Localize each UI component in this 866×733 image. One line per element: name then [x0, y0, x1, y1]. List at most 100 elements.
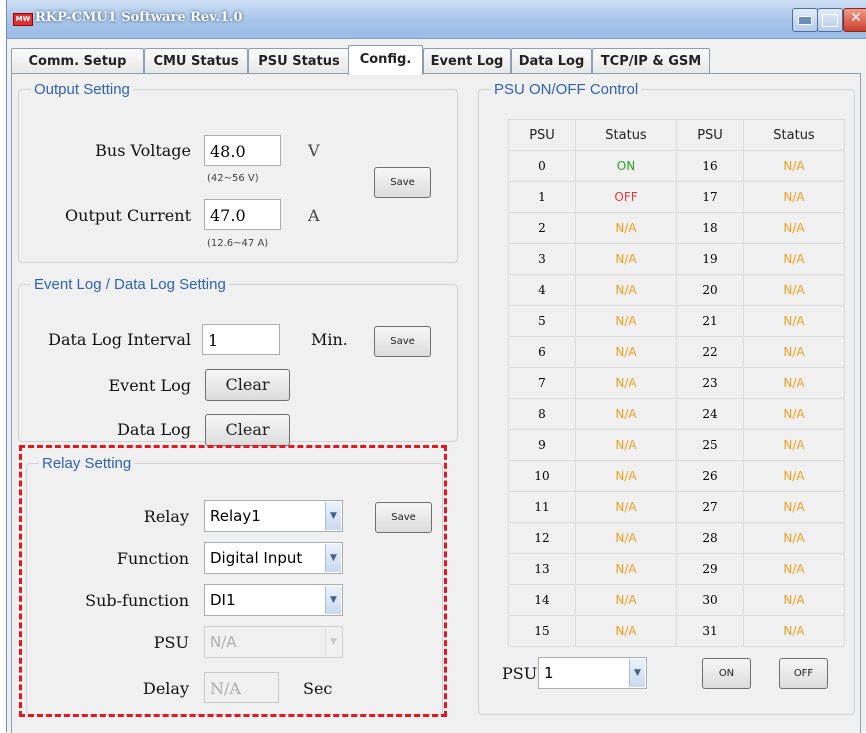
event-log-clear-button[interactable]: Clear [205, 369, 290, 401]
table-row: 13 N/A 29 N/A [508, 553, 845, 585]
output-setting-title: Output Setting [34, 81, 130, 98]
psu-status-cell: N/A [743, 305, 845, 337]
tab-config[interactable]: Config. [348, 45, 423, 75]
bus-voltage-label: Bus Voltage [95, 141, 191, 160]
psu-status-cell: OFF [575, 181, 677, 213]
psu-id-cell: 3 [508, 243, 576, 275]
psu-select-value: 1 [544, 664, 554, 682]
psu-id-cell: 18 [676, 212, 744, 244]
psu-id-cell: 5 [508, 305, 576, 337]
tab-data-log[interactable]: Data Log [511, 48, 592, 74]
title-bar: MW RKP-CMU1 Software Rev.1.0 [7, 0, 866, 39]
output-current-input[interactable]: 47.0 [204, 199, 281, 230]
col-header-status: Status [575, 119, 677, 151]
psu-status-cell: N/A [575, 615, 677, 647]
psu-control-title: PSU ON/OFF Control [494, 81, 639, 98]
output-current-range: (12.6~47 A) [207, 238, 269, 249]
psu-status-cell: N/A [743, 522, 845, 554]
window-title: RKP-CMU1 Software Rev.1.0 [35, 10, 243, 25]
psu-id-cell: 21 [676, 305, 744, 337]
psu-id-cell: 10 [508, 460, 576, 492]
psu-id-cell: 16 [676, 150, 744, 182]
psu-status-cell: N/A [575, 584, 677, 616]
psu-select-label: PSU [502, 664, 538, 683]
psu-id-cell: 9 [508, 429, 576, 461]
close-button[interactable] [843, 8, 866, 32]
table-row: 11 N/A 27 N/A [508, 491, 845, 523]
minimize-button[interactable] [792, 8, 818, 32]
tab-psu-status[interactable]: PSU Status [248, 48, 350, 74]
psu-id-cell: 20 [676, 274, 744, 306]
table-row: 2 N/A 18 N/A [508, 212, 845, 244]
psu-id-cell: 17 [676, 181, 744, 213]
psu-status-cell: ON [575, 150, 677, 182]
psu-status-cell: N/A [575, 491, 677, 523]
log-save-button[interactable]: Save [374, 326, 431, 357]
psu-status-cell: N/A [743, 584, 845, 616]
psu-id-cell: 15 [508, 615, 576, 647]
psu-status-cell: N/A [575, 429, 677, 461]
col-header-status: Status [743, 119, 845, 151]
table-header-row: PSU Status PSU Status [508, 119, 845, 151]
app-window: MW RKP-CMU1 Software Rev.1.0 Comm. Setup… [6, 0, 866, 733]
psu-status-cell: N/A [575, 243, 677, 275]
tab-tcpip-gsm[interactable]: TCP/IP & GSM [592, 48, 710, 74]
psu-id-cell: 11 [508, 491, 576, 523]
psu-status-cell: N/A [743, 553, 845, 585]
table-row: 9 N/A 25 N/A [508, 429, 845, 461]
psu-status-cell: N/A [743, 336, 845, 368]
data-log-interval-unit: Min. [311, 330, 348, 349]
data-log-clear-button[interactable]: Clear [205, 414, 290, 446]
psu-id-cell: 25 [676, 429, 744, 461]
psu-status-cell: N/A [743, 243, 845, 275]
psu-status-cell: N/A [743, 615, 845, 647]
psu-status-cell: N/A [575, 336, 677, 368]
psu-id-cell: 6 [508, 336, 576, 368]
data-log-interval-input[interactable]: 1 [202, 324, 280, 355]
psu-off-button[interactable]: OFF [779, 658, 828, 689]
psu-id-cell: 14 [508, 584, 576, 616]
relay-highlight-box [19, 445, 447, 717]
bus-voltage-range: (42~56 V) [207, 173, 259, 184]
log-setting-group: Event Log / Data Log Setting Data Log In… [18, 276, 458, 446]
bus-voltage-input[interactable]: 48.0 [204, 135, 281, 166]
psu-id-cell: 27 [676, 491, 744, 523]
psu-status-cell: N/A [575, 398, 677, 430]
psu-id-cell: 28 [676, 522, 744, 554]
output-current-unit: A [308, 206, 320, 225]
table-row: 5 N/A 21 N/A [508, 305, 845, 337]
col-header-psu: PSU [508, 119, 576, 151]
psu-id-cell: 7 [508, 367, 576, 399]
tab-cmu-status[interactable]: CMU Status [144, 48, 248, 74]
log-setting-title: Event Log / Data Log Setting [34, 276, 226, 293]
psu-select[interactable]: 1 ▼ [538, 657, 647, 689]
app-logo-icon: MW [13, 13, 33, 26]
tab-event-log[interactable]: Event Log [423, 48, 511, 74]
table-row: 8 N/A 24 N/A [508, 398, 845, 430]
psu-id-cell: 29 [676, 553, 744, 585]
psu-id-cell: 31 [676, 615, 744, 647]
table-row: 12 N/A 28 N/A [508, 522, 845, 554]
table-row: 14 N/A 30 N/A [508, 584, 845, 616]
psu-status-cell: N/A [575, 553, 677, 585]
psu-on-button[interactable]: ON [702, 658, 751, 689]
output-save-button[interactable]: Save [374, 167, 431, 198]
psu-id-cell: 1 [508, 181, 576, 213]
table-row: 1 OFF 17 N/A [508, 181, 845, 213]
psu-status-cell: N/A [743, 429, 845, 461]
psu-id-cell: 4 [508, 274, 576, 306]
maximize-button[interactable] [817, 8, 843, 32]
psu-status-cell: N/A [575, 522, 677, 554]
chevron-down-icon[interactable]: ▼ [629, 659, 645, 687]
psu-id-cell: 0 [508, 150, 576, 182]
psu-status-cell: N/A [575, 212, 677, 244]
psu-status-cell: N/A [575, 367, 677, 399]
psu-status-cell: N/A [575, 460, 677, 492]
tab-comm-setup[interactable]: Comm. Setup [11, 48, 144, 74]
psu-status-cell: N/A [743, 367, 845, 399]
psu-status-cell: N/A [743, 491, 845, 523]
psu-id-cell: 23 [676, 367, 744, 399]
psu-id-cell: 24 [676, 398, 744, 430]
data-log-interval-label: Data Log Interval [48, 330, 191, 349]
psu-id-cell: 2 [508, 212, 576, 244]
